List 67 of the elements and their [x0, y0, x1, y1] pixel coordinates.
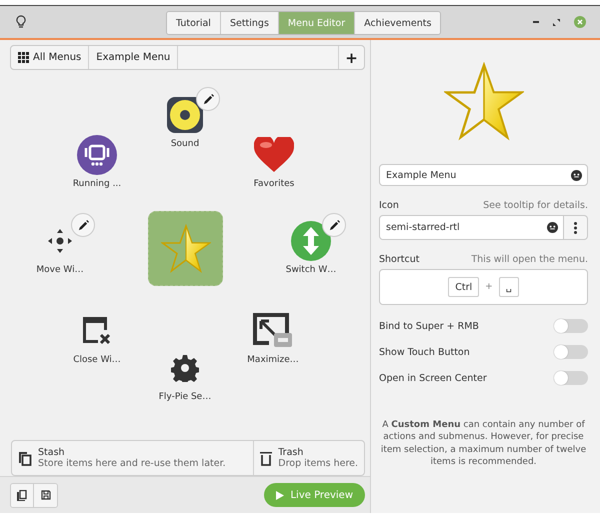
copy-icon [18, 450, 32, 466]
toggle-label: Show Touch Button [379, 346, 470, 358]
menu-button[interactable] [564, 215, 588, 240]
save-button[interactable] [34, 484, 57, 506]
add-button[interactable]: + [339, 46, 364, 69]
icon-label: Icon [379, 200, 399, 211]
copy-button[interactable] [11, 484, 34, 506]
toggle-switch[interactable] [554, 345, 588, 359]
emoji-icon[interactable] [571, 170, 582, 180]
all-menus-button[interactable]: All Menus [11, 46, 90, 69]
heart-icon [254, 137, 294, 173]
key-cap: Ctrl [448, 277, 480, 297]
menu-item-label: Fly-Pie Se… [158, 392, 212, 402]
close-window-icon [82, 316, 112, 346]
shortcut-hint: This will open the menu. [471, 254, 588, 265]
shortcut-field[interactable]: Ctrl + ␣ [379, 269, 588, 305]
trash-subtitle: Drop items here. [278, 458, 358, 469]
tab[interactable]: Achievements [355, 12, 440, 34]
menu-item-label: Move Wi… [36, 265, 84, 275]
pencil-icon [328, 220, 340, 230]
trash-icon [260, 450, 272, 466]
dots-icon [574, 222, 577, 234]
menu-item-label: Running ... [72, 179, 122, 189]
tab[interactable]: Settings [220, 12, 279, 34]
menu-item-label: Maximize… [247, 355, 299, 365]
trash-area[interactable]: Trash Drop items here. [254, 441, 364, 475]
close-icon[interactable] [574, 16, 586, 28]
menu-item-label: Close Wi… [73, 355, 121, 365]
star-icon [444, 62, 524, 142]
save-icon [40, 490, 50, 500]
shortcut-label: Shortcut [379, 254, 420, 265]
icon-field[interactable]: semi-starred-rtl [379, 215, 564, 240]
pencil-icon [202, 94, 214, 104]
stash-subtitle: Store items here and re-use them later. [38, 458, 226, 469]
tab[interactable]: Tutorial [167, 12, 221, 34]
apps-icon [77, 135, 117, 175]
toggle-label: Bind to Super + RMB [379, 320, 479, 332]
trash-title: Trash [278, 447, 304, 458]
edit-button[interactable] [196, 87, 220, 111]
toggle-label: Open in Screen Center [379, 372, 487, 384]
gear-icon [171, 354, 199, 382]
info-text: A Custom Menu can contain any number of actions and submenus. However, for precise item selection, a maximum number of twelve items is recommended. [380, 418, 588, 469]
play-icon [276, 490, 284, 500]
icon-hint: See tooltip for details. [483, 200, 588, 211]
move-icon [47, 228, 73, 254]
breadcrumb-item[interactable]: Example Menu [89, 46, 178, 69]
edit-button[interactable] [322, 213, 346, 237]
key-cap: ␣ [498, 277, 519, 297]
grid-icon [18, 52, 29, 63]
star-icon [160, 224, 210, 274]
toggle-switch[interactable] [554, 371, 588, 385]
emoji-icon[interactable] [547, 222, 558, 233]
toggle-switch[interactable] [554, 319, 588, 333]
copy-icon [17, 490, 27, 500]
menu-item-label: Favorites [254, 179, 294, 189]
pencil-icon [78, 220, 88, 230]
plus-sign: + [485, 282, 493, 292]
restore-icon[interactable] [553, 18, 560, 26]
name-field[interactable]: Example Menu [379, 164, 588, 186]
lightbulb-icon[interactable] [16, 15, 26, 29]
menu-item-label: Switch W… [286, 265, 336, 275]
stash-title: Stash [38, 447, 66, 458]
stash-area[interactable]: Stash Store items here and re-use them later. [12, 441, 254, 475]
maximize-window-icon [253, 313, 293, 349]
speaker-icon [166, 96, 204, 134]
edit-button[interactable] [71, 213, 95, 237]
menu-item-label: Sound [170, 139, 200, 149]
